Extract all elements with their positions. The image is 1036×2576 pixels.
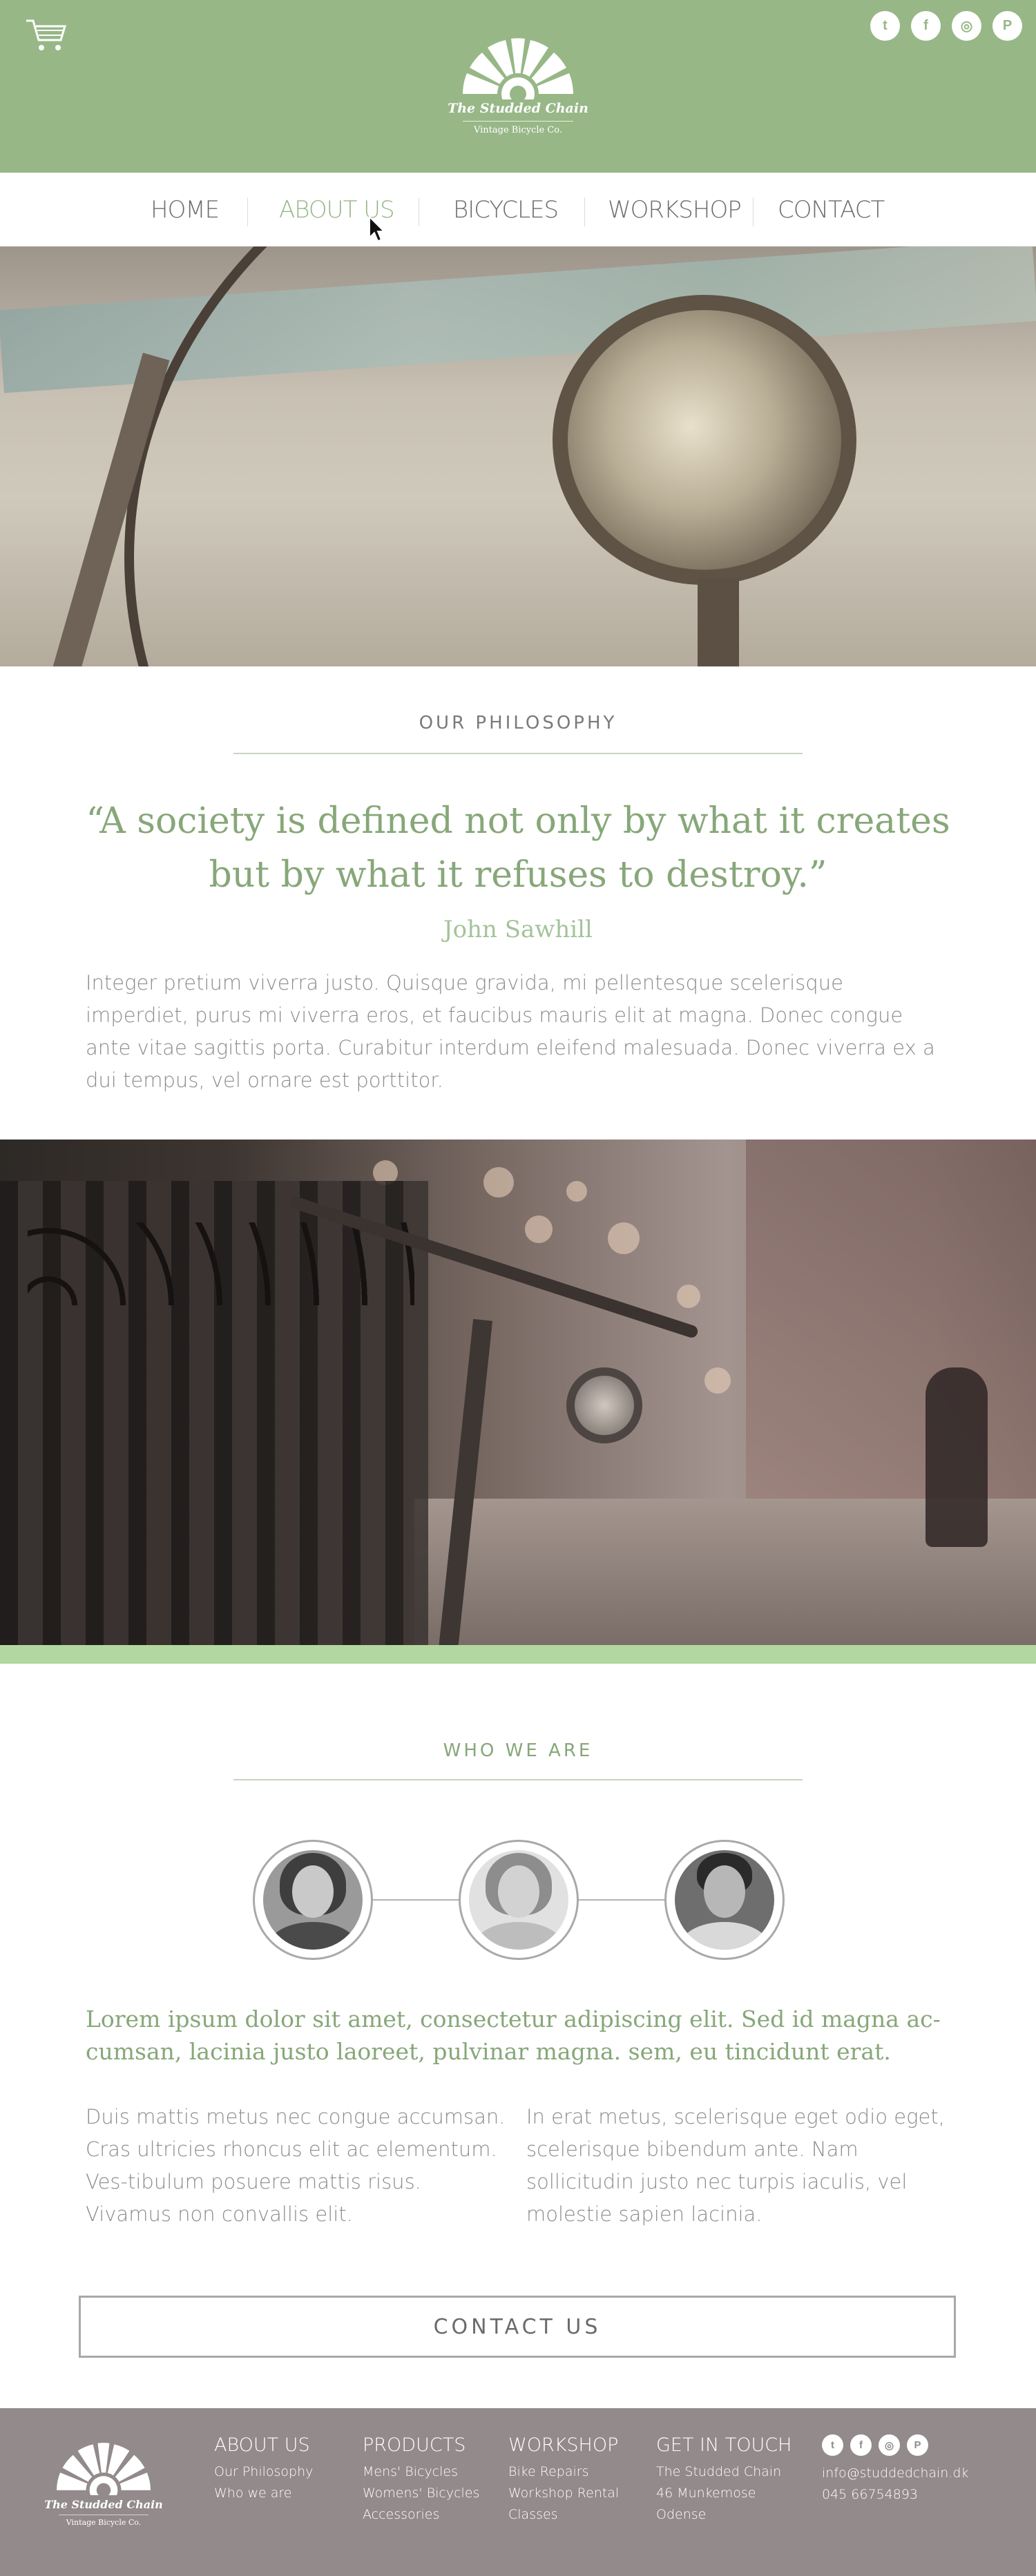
avatar-body [680, 1922, 769, 1950]
avatar-connector [373, 1899, 459, 1901]
facebook-icon[interactable]: f [911, 11, 941, 41]
header-social-links: t f ◎ P [870, 11, 1022, 41]
who-title: WHO WE ARE [443, 1740, 593, 1761]
footer-link[interactable]: Mens' Bicycles [363, 2461, 479, 2483]
bokeh-light [483, 1167, 514, 1198]
footer-about-title[interactable]: ABOUT US [214, 2434, 313, 2456]
avatar-face [292, 1865, 334, 1918]
sunburst-logo-icon [57, 2443, 151, 2508]
bokeh-light [608, 1222, 640, 1254]
contact-us-button[interactable]: CONTACT US [79, 2296, 956, 2358]
footer-products-column: PRODUCTS Mens' Bicycles Womens' Bicycles… [363, 2434, 479, 2526]
nav-divider [753, 198, 754, 227]
logo-tagline: Vintage Bicycle Co. [473, 125, 563, 135]
team-avatar-1[interactable] [253, 1840, 373, 1960]
footer-link[interactable]: Bike Repairs [508, 2461, 619, 2483]
who-divider [233, 1779, 803, 1780]
twitter-icon[interactable]: t [870, 11, 900, 41]
bicycle-lamp [566, 1367, 642, 1443]
footer-social-links: t f ◎ P [822, 2434, 968, 2456]
footer-touch-column: GET IN TOUCH The Studded Chain 46 Munkem… [656, 2434, 792, 2526]
nav-divider [584, 198, 585, 227]
footer-workshop-column: WORKSHOP Bike Repairs Workshop Rental Cl… [508, 2434, 619, 2526]
lamp-mount [698, 578, 739, 666]
twitter-icon[interactable]: t [822, 2434, 843, 2456]
green-accent-band [0, 1645, 1036, 1664]
hero-street-bicycle-image [0, 1140, 1036, 1645]
footer-logo[interactable]: The Studded Chain Vintage Bicycle Co. [41, 2436, 166, 2527]
nav-workshop[interactable]: WORKSHOP [608, 196, 742, 224]
site-header: t f ◎ P The Studded Chain Vintage Bicycl… [0, 0, 1036, 173]
pinterest-icon[interactable]: P [907, 2434, 928, 2456]
avatar-photo [675, 1850, 774, 1950]
brand-logo[interactable]: The Studded Chain Vintage Bicycle Co. [442, 30, 594, 162]
bokeh-light [677, 1285, 700, 1308]
footer-logo-tagline: Vintage Bicycle Co. [66, 2518, 142, 2527]
main-nav: HOME ABOUT US BICYCLES WORKSHOP CONTACT [0, 173, 1036, 247]
footer-about-column: ABOUT US Our Philosophy Who we are [214, 2434, 313, 2504]
team-avatar-2[interactable] [459, 1840, 579, 1960]
logo-name: The Studded Chain [448, 101, 588, 116]
philosophy-title: OUR PHILOSOPHY [419, 713, 617, 733]
pinterest-icon[interactable]: P [992, 11, 1022, 41]
footer-contact-column: t f ◎ P info@studdedchain.dk 045 6675489… [822, 2434, 968, 2506]
logo-divider [463, 121, 573, 122]
avatar-body [269, 1922, 357, 1950]
footer-link[interactable]: Who we are [214, 2483, 313, 2504]
footer-link[interactable]: Classes [508, 2504, 619, 2526]
avatar-photo [263, 1850, 363, 1950]
hero-bicycle-lamp-image [0, 247, 1036, 666]
fence-arches [28, 1222, 414, 1305]
footer-logo-name: The Studded Chain [44, 2498, 163, 2511]
bokeh-light [525, 1215, 553, 1243]
philosophy-paragraph: Integer pretium viverra justo. Quisque g… [86, 971, 935, 1092]
footer-link[interactable]: Workshop Rental [508, 2483, 619, 2504]
avatar-face [498, 1865, 539, 1918]
footer-link[interactable]: Our Philosophy [214, 2461, 313, 2483]
footer-touch-title[interactable]: GET IN TOUCH [656, 2434, 792, 2456]
footer-address-line: Odense [656, 2507, 707, 2522]
footer-link[interactable]: Womens' Bicycles [363, 2483, 479, 2504]
philosophy-quote: “A society is defined not only by what i… [86, 800, 950, 896]
nav-contact[interactable]: CONTACT [778, 196, 885, 224]
footer-email[interactable]: info@studdedchain.dk [822, 2463, 968, 2484]
mouse-pointer-icon [369, 215, 386, 242]
avatar-face [704, 1865, 745, 1918]
pedestrian-silhouette [925, 1367, 988, 1547]
philosophy-divider [233, 753, 803, 754]
avatar-connector [579, 1899, 664, 1901]
who-lead-text: Lorem ipsum dolor sit amet, consectetur … [86, 2006, 941, 2065]
bokeh-light [704, 1367, 731, 1394]
nav-home[interactable]: HOME [151, 196, 220, 224]
site-footer: The Studded Chain Vintage Bicycle Co. AB… [0, 2408, 1036, 2576]
avatar-photo [469, 1850, 568, 1950]
footer-products-title[interactable]: PRODUCTS [363, 2434, 479, 2456]
quote-author: John Sawhill [443, 916, 593, 943]
bicycle-lamp [553, 295, 856, 585]
avatar-body [474, 1922, 563, 1950]
team-avatar-3[interactable] [664, 1840, 785, 1960]
instagram-icon[interactable]: ◎ [879, 2434, 900, 2456]
sunburst-logo-icon [463, 38, 573, 99]
nav-divider [247, 198, 248, 227]
who-column-right: In erat metus, scelerisque eget odio ege… [526, 2105, 945, 2226]
footer-workshop-title[interactable]: WORKSHOP [508, 2434, 619, 2456]
instagram-icon[interactable]: ◎ [952, 11, 981, 41]
footer-phone[interactable]: 045 66754893 [822, 2484, 968, 2506]
who-column-left: Duis mattis metus nec congue accumsan. C… [86, 2105, 506, 2226]
footer-link[interactable]: Accessories [363, 2504, 479, 2526]
footer-address-line: The Studded Chain [656, 2464, 782, 2479]
background-building [746, 1140, 1036, 1526]
nav-bicycles[interactable]: BICYCLES [453, 196, 559, 224]
facebook-icon[interactable]: f [850, 2434, 872, 2456]
cart-icon[interactable] [25, 18, 68, 54]
bokeh-light [566, 1181, 587, 1202]
footer-address-line: 46 Munkemose [656, 2486, 756, 2501]
